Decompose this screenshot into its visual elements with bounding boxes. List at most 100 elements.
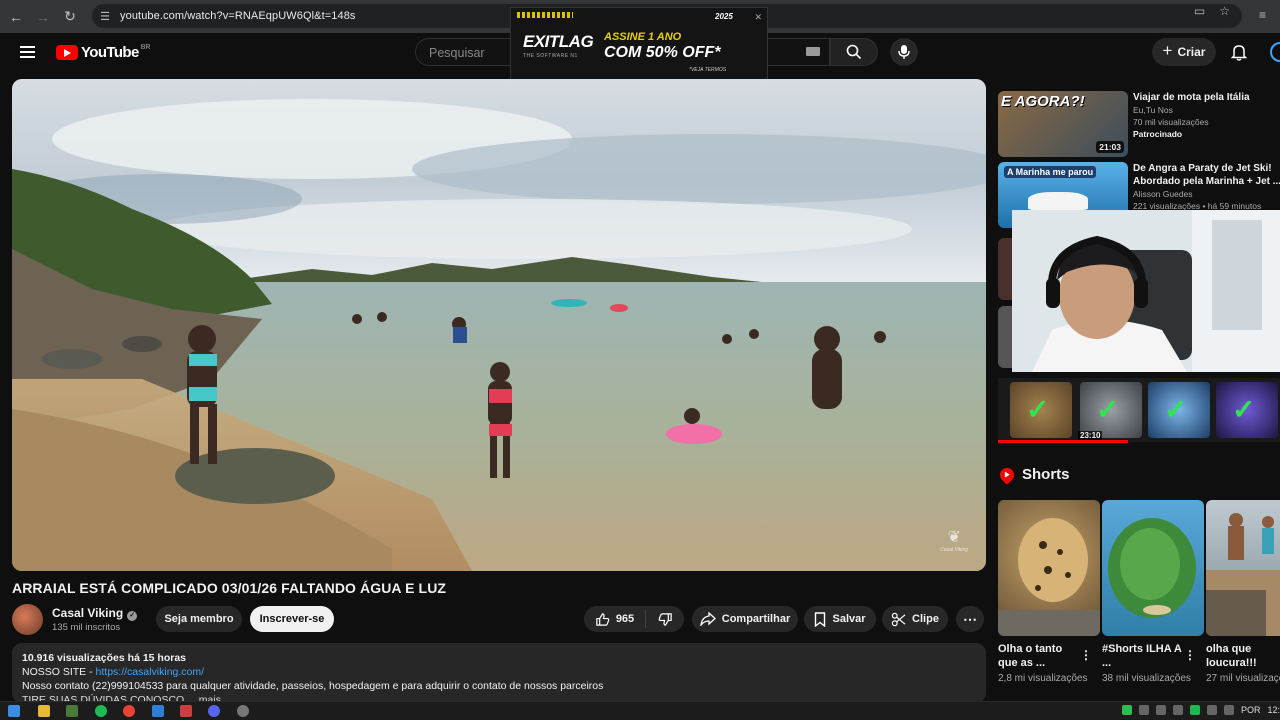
short-thumbnail[interactable] xyxy=(1102,500,1204,636)
voice-search-button[interactable] xyxy=(890,38,918,66)
system-tray: POR 12: xyxy=(1121,705,1280,715)
scissors-icon xyxy=(891,612,906,626)
bookmark-icon xyxy=(815,611,826,627)
duration-badge: 23:10 xyxy=(1078,431,1103,440)
tray-icon[interactable] xyxy=(1172,705,1183,715)
video-player[interactable]: ❦ Casal Viking xyxy=(12,79,986,571)
short-card[interactable]: olha que loucura!!! 27 mil visualizações xyxy=(1206,500,1280,685)
tray-icon[interactable] xyxy=(1121,705,1132,715)
reading-list-icon[interactable]: ≡ xyxy=(1259,8,1266,22)
account-avatar[interactable] xyxy=(1270,42,1280,62)
view-stats: 10.916 visualizações há 15 horas xyxy=(22,652,187,664)
short-title[interactable]: #Shorts ILHA A ... xyxy=(1102,642,1182,670)
clip-label: Clipe xyxy=(912,613,939,625)
forward-icon[interactable]: → xyxy=(32,6,54,28)
bookmark-star-icon[interactable]: ☆ xyxy=(1219,4,1230,18)
boat-illustration xyxy=(1028,192,1088,210)
microphone-icon xyxy=(898,45,910,59)
recommendation-title[interactable]: De Angra a Paraty de Jet Ski! xyxy=(1133,162,1280,175)
verified-check-icon: ✓ xyxy=(127,611,138,621)
url-text[interactable]: youtube.com/watch?v=RNAEqpUW6Ql&t=148s xyxy=(120,10,356,22)
short-title[interactable]: olha que loucura!!! xyxy=(1206,642,1280,670)
ad-banner[interactable]: EXITLAG THE SOFTWARE N1 ASSINE 1 ANO COM… xyxy=(510,7,768,80)
tray-icon[interactable] xyxy=(1189,705,1200,715)
short-title[interactable]: Olha o tanto que as ... xyxy=(998,642,1078,670)
jaguar-image xyxy=(998,518,1100,636)
ad-fine-print: *VEJA TERMOS xyxy=(689,67,727,73)
ad-year-badge: 2025 xyxy=(715,12,733,21)
reload-icon[interactable]: ↻ xyxy=(59,6,81,28)
channel-avatar[interactable] xyxy=(12,604,43,635)
spotify-icon[interactable] xyxy=(95,705,107,717)
app-icon[interactable] xyxy=(180,705,192,717)
clip-button[interactable]: Clipe xyxy=(882,606,948,632)
file-explorer-icon[interactable] xyxy=(38,705,50,717)
ad-close-icon[interactable]: ✕ xyxy=(754,12,762,23)
short-thumbnail[interactable] xyxy=(1206,500,1280,636)
ad-offer: COM 50% OFF* xyxy=(604,44,721,61)
os-taskbar: POR 12: xyxy=(0,701,1280,720)
menu-icon[interactable] xyxy=(20,46,35,58)
recommendation-title-line2[interactable]: Abordado pela Marinha + Jet ... xyxy=(1133,175,1280,188)
youtube-logo[interactable]: YouTube BR xyxy=(56,44,150,61)
checkmark-icon: ✓ xyxy=(1026,394,1050,425)
shorts-heading: Shorts xyxy=(1022,466,1070,483)
shorts-section-header: Shorts xyxy=(997,464,1070,485)
ad-headline: ASSINE 1 ANO xyxy=(604,31,682,43)
tile-three: ✓ xyxy=(1148,382,1210,438)
windows-start-icon[interactable] xyxy=(8,705,20,717)
recommendation-thumbnail-partial[interactable] xyxy=(998,238,1012,300)
recommendation-thumbnail[interactable]: E AGORA?! 21:03 xyxy=(998,91,1128,157)
region-code: BR xyxy=(140,44,151,51)
clock[interactable]: 12: xyxy=(1267,705,1280,715)
recommendation-title[interactable]: Viajar de mota pela Itália xyxy=(1133,91,1280,104)
like-button[interactable]: 965 xyxy=(584,610,646,628)
speaker-icon[interactable] xyxy=(1206,705,1217,715)
install-app-icon[interactable]: ▭ xyxy=(1194,4,1205,18)
app-icon[interactable] xyxy=(237,705,249,717)
app-icon[interactable] xyxy=(66,705,78,717)
short-more-icon[interactable]: ⋮ xyxy=(1080,648,1092,662)
watermark-text: Casal Viking xyxy=(940,547,968,553)
tray-icon[interactable] xyxy=(1155,705,1166,715)
share-button[interactable]: Compartilhar xyxy=(692,606,798,632)
back-icon[interactable]: ← xyxy=(5,6,27,28)
sponsored-badge: Patrocinado xyxy=(1133,129,1183,139)
app-icon[interactable] xyxy=(152,705,164,717)
recommendation-channel: Eu,Tu Nos xyxy=(1133,105,1173,115)
site-info-icon[interactable]: ☰ xyxy=(98,9,112,23)
recommendation-thumbnail-partial[interactable] xyxy=(998,306,1012,368)
create-button[interactable]: + Criar xyxy=(1152,38,1216,66)
channel-name[interactable]: Casal Viking ✓ xyxy=(52,606,138,621)
thumbnail-caption: A Marinha me parou xyxy=(1004,166,1097,178)
share-label: Compartilhar xyxy=(721,613,791,625)
save-button[interactable]: Salvar xyxy=(804,606,876,632)
recommendation-item[interactable]: E AGORA?! 21:03 Viajar de mota pela Itál… xyxy=(998,91,1280,157)
join-member-button[interactable]: Seja membro xyxy=(156,606,242,632)
tile-two: ✓ xyxy=(1080,382,1142,438)
dislike-button[interactable] xyxy=(646,612,684,627)
short-more-icon[interactable]: ⋮ xyxy=(1184,648,1196,662)
notifications-bell-icon[interactable] xyxy=(1230,43,1248,61)
tray-icon[interactable] xyxy=(1138,705,1149,715)
language-indicator[interactable]: POR xyxy=(1241,705,1261,715)
discord-icon[interactable] xyxy=(208,705,220,717)
short-thumbnail[interactable] xyxy=(998,500,1100,636)
recommendation-info: De Angra a Paraty de Jet Ski! Abordado p… xyxy=(1133,162,1280,212)
recommendation-info: Viajar de mota pela Itália Eu,Tu Nos 70 … xyxy=(1133,91,1280,140)
ad-stripe-decoration xyxy=(517,12,573,18)
channel-watermark[interactable]: ❦ Casal Viking xyxy=(940,527,968,553)
short-card[interactable]: #Shorts ILHA A ... 38 mil visualizações … xyxy=(1102,500,1204,685)
description-box[interactable]: 10.916 visualizações há 15 horas NOSSO S… xyxy=(12,643,986,706)
search-button[interactable] xyxy=(830,38,878,66)
subscribe-button[interactable]: Inscrever-se xyxy=(250,606,334,632)
search-icon xyxy=(846,44,862,60)
ad-brand: EXITLAG xyxy=(523,32,594,51)
keyboard-icon[interactable] xyxy=(806,47,820,56)
site-link[interactable]: https://casalviking.com/ xyxy=(96,666,205,678)
thumbnail-caption: E AGORA?! xyxy=(1001,93,1085,110)
short-card[interactable]: Olha o tanto que as ... 2,8 mi visualiza… xyxy=(998,500,1100,685)
wifi-icon[interactable] xyxy=(1223,705,1234,715)
chrome-icon[interactable] xyxy=(123,705,135,717)
more-actions-icon[interactable]: ⋯ xyxy=(956,606,984,632)
